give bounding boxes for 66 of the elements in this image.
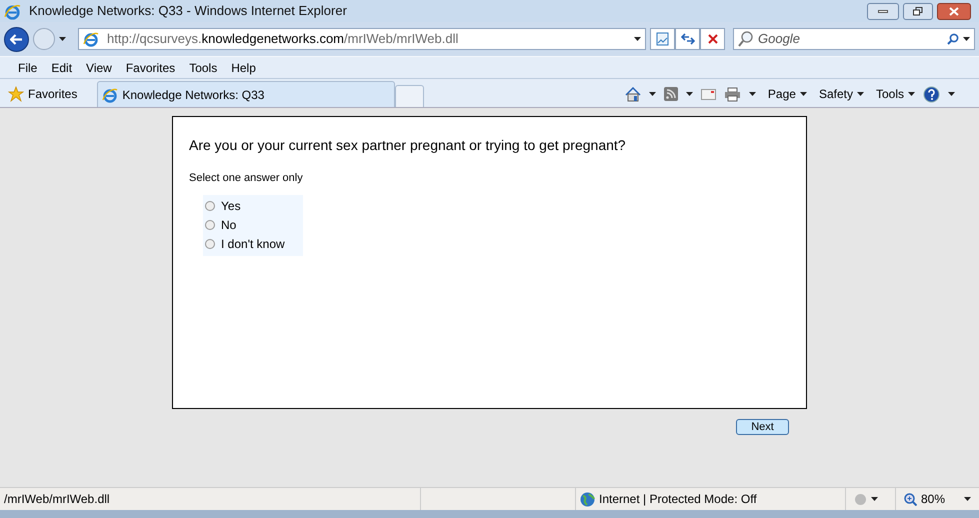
search-bar[interactable]: Google — [733, 28, 975, 50]
command-menu[interactable]: Safety — [818, 85, 864, 103]
menu-item[interactable]: Edit — [51, 58, 72, 76]
browser-logo-icon — [83, 31, 99, 47]
answer-option[interactable]: Yes — [203, 196, 303, 216]
restore-button[interactable] — [903, 2, 933, 20]
refresh-button[interactable] — [675, 28, 700, 50]
window-title: Knowledge Networks: Q33 - Windows Internet Explorer — [29, 2, 347, 20]
mail-icon[interactable] — [700, 88, 716, 100]
radio-button[interactable] — [205, 220, 215, 230]
caret-icon — [648, 92, 656, 96]
help-icon[interactable] — [923, 86, 940, 102]
command-menu[interactable]: Page — [768, 85, 807, 103]
caret-icon — [59, 37, 66, 41]
caret-icon — [908, 92, 915, 96]
answer-option[interactable]: I don't know — [203, 234, 303, 254]
home-icon[interactable] — [624, 86, 641, 102]
browser-logo-icon — [102, 86, 118, 102]
page-icon — [656, 32, 669, 46]
caret-icon — [800, 92, 807, 96]
caret-icon — [964, 497, 971, 501]
close-button[interactable] — [937, 2, 971, 20]
close-icon — [708, 34, 718, 44]
caret-icon — [963, 37, 970, 41]
caret-icon — [686, 92, 693, 96]
stop-button[interactable] — [700, 28, 725, 50]
caret-icon — [856, 92, 864, 96]
menu-item[interactable]: File — [18, 58, 38, 76]
minimize-button[interactable] — [867, 2, 899, 20]
compatibility-view-button[interactable] — [650, 28, 675, 50]
browser-logo-icon — [4, 2, 21, 20]
back-arrow-icon — [10, 34, 23, 44]
security-zone-text: Internet | Protected Mode: Off — [599, 491, 757, 508]
menu-item[interactable]: Favorites — [126, 58, 176, 76]
close-icon — [949, 6, 959, 16]
radio-button[interactable] — [205, 239, 215, 249]
browser-tab[interactable]: Knowledge Networks: Q33 — [97, 81, 396, 107]
refresh-icon — [680, 33, 694, 45]
command-menu[interactable]: Tools — [876, 85, 915, 103]
answer-option[interactable]: No — [203, 216, 303, 234]
menu-item[interactable]: Tools — [189, 58, 218, 76]
caret-icon — [948, 92, 955, 96]
caret-icon — [871, 497, 878, 501]
radio-button[interactable] — [205, 201, 215, 211]
caret-icon — [748, 92, 756, 96]
instruction-text: Select one answer only — [189, 171, 304, 186]
globe-icon — [580, 492, 595, 506]
status-text: /mrIWeb/mrIWeb.dll — [3, 491, 111, 508]
zoom-level[interactable]: 80% — [921, 490, 946, 508]
address-field[interactable]: http://qcsurveys.knowledgenetworks.com/mrIWeb/mrIWeb.dll — [78, 28, 646, 50]
zoom-icon[interactable] — [904, 492, 917, 506]
back-button[interactable] — [4, 26, 29, 52]
feed-icon[interactable] — [664, 87, 678, 101]
menu-item[interactable]: View — [86, 58, 112, 76]
search-field[interactable]: Google — [758, 29, 943, 49]
url-text: http://qcsurveys.knowledgenetworks.com/mrIWeb/mrIWeb.dll — [107, 30, 458, 48]
caret-icon — [634, 37, 641, 41]
search-icon — [738, 31, 754, 47]
question-text: Are you or your current sex partner pregnant or trying to get pregnant? — [189, 136, 627, 155]
search-icon — [947, 33, 959, 45]
restore-icon — [913, 6, 923, 16]
printer-icon[interactable] — [724, 86, 741, 102]
next-button[interactable]: Next — [736, 419, 789, 435]
menu-item[interactable]: Help — [231, 58, 256, 76]
star-icon — [8, 86, 24, 102]
favorites-button[interactable]: Favorites — [8, 81, 90, 107]
